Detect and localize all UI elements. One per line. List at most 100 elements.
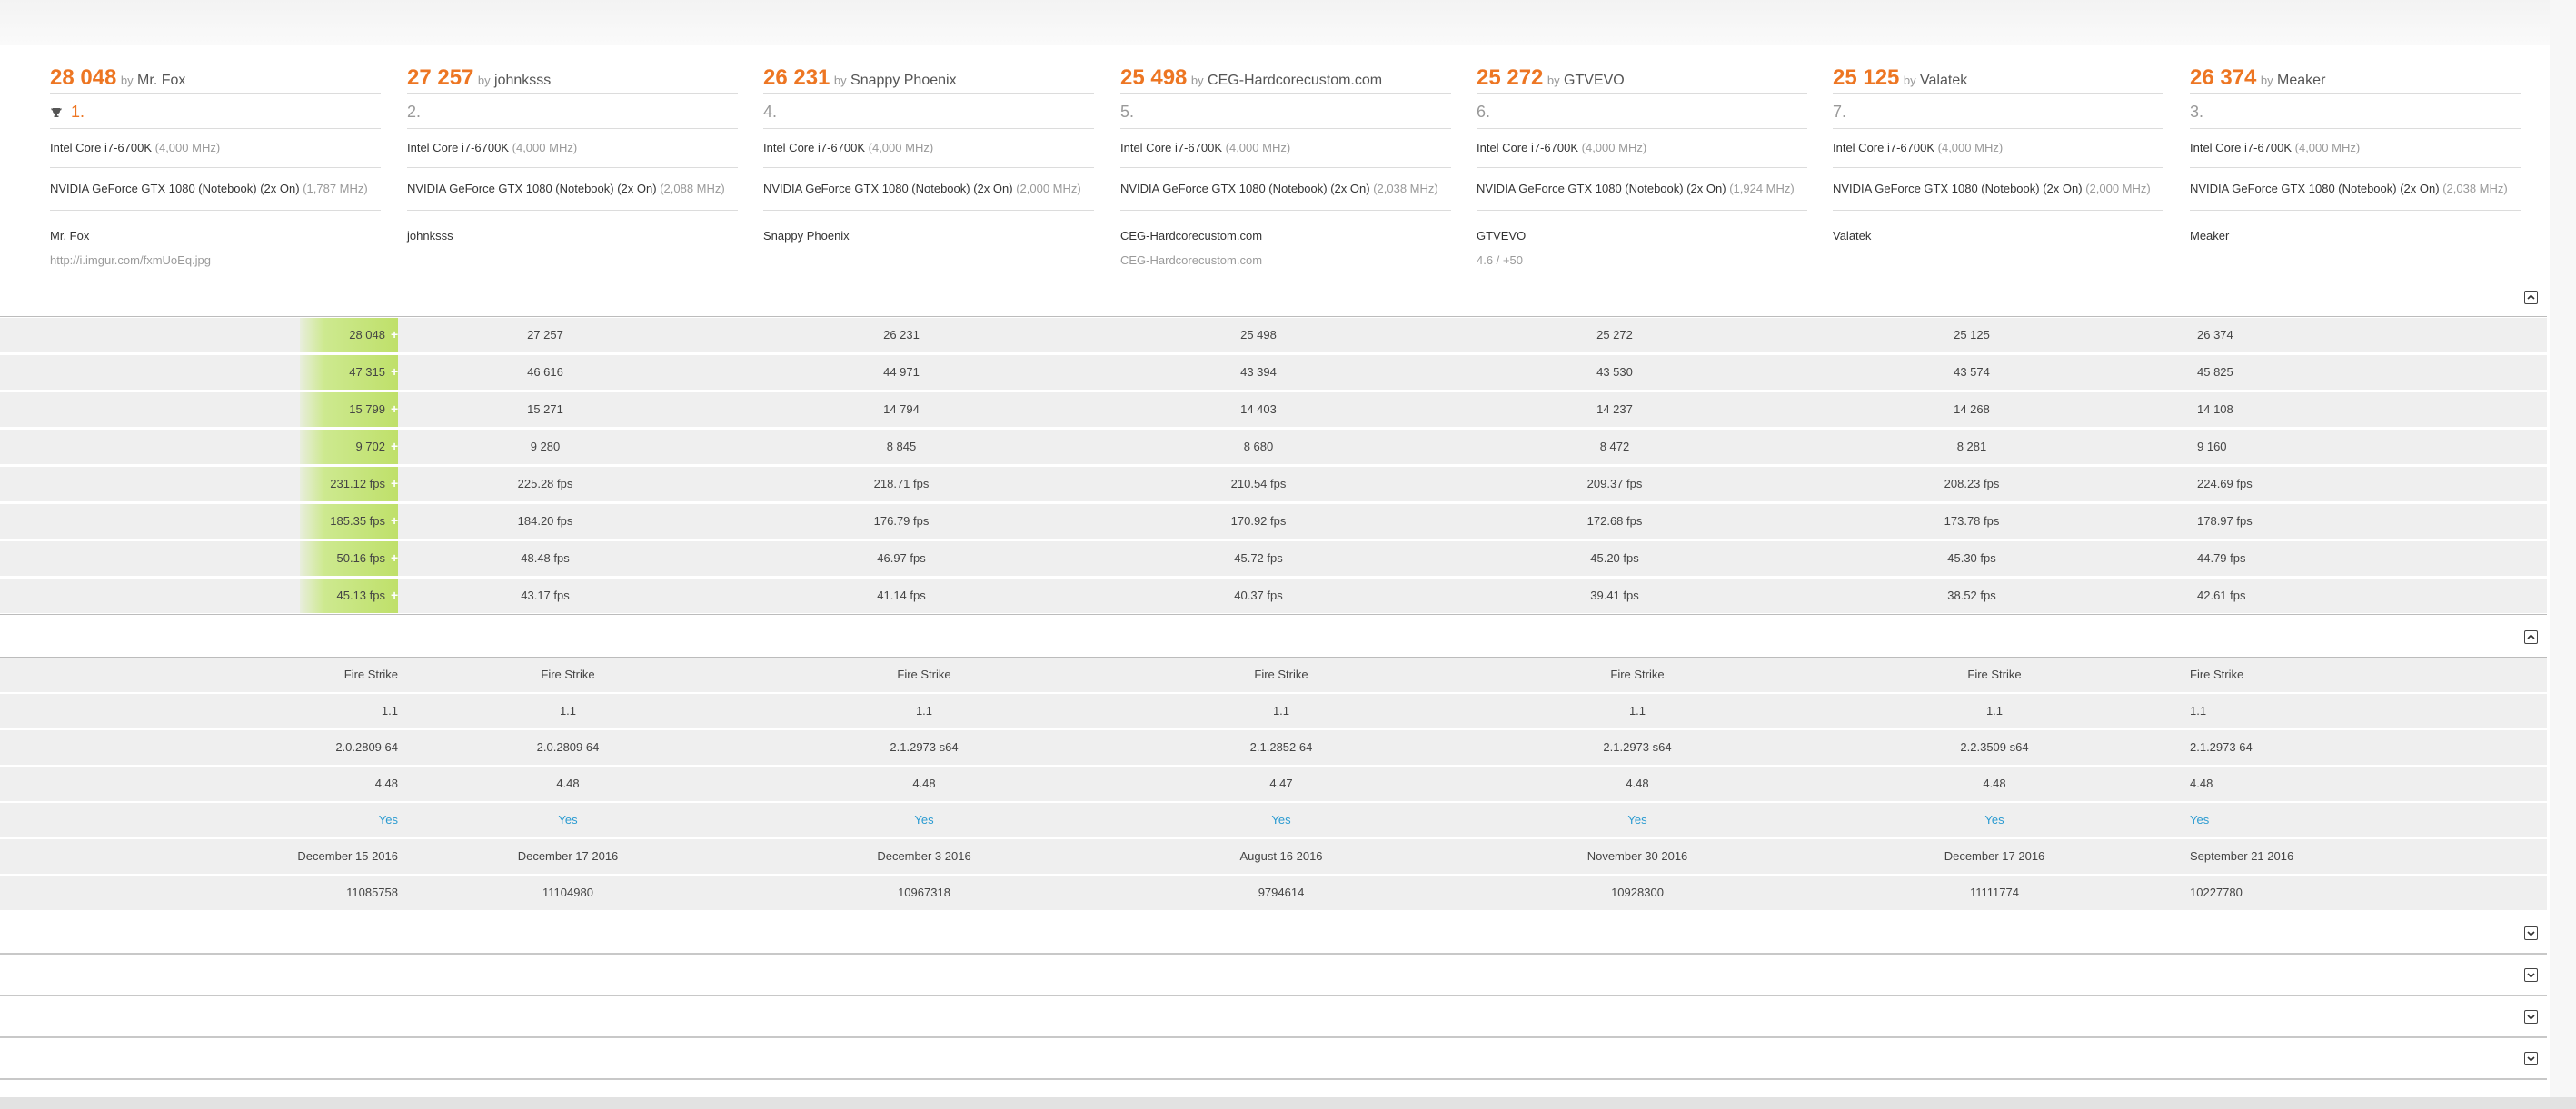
expand-icon: [2527, 1056, 2535, 1062]
collapse-scores-button[interactable]: [2524, 291, 2538, 304]
submission-column: 26 231 by Snappy Phoenix 4. Intel Core i…: [763, 54, 1094, 248]
user-name[interactable]: Valatek: [1833, 223, 2163, 248]
score-row: 50.16 fps +48.48 fps 46.97 fps 45.72 fps 45…: [0, 541, 2547, 578]
author-link[interactable]: Snappy Phoenix: [850, 73, 957, 88]
cpu-name[interactable]: Intel Core i7-6700K: [2190, 141, 2292, 154]
submission-title: 26 231 by Snappy Phoenix: [763, 54, 1094, 94]
collapse-details-button[interactable]: [2524, 630, 2538, 644]
cpu-name[interactable]: Intel Core i7-6700K: [407, 141, 509, 154]
expand-section-button[interactable]: [2524, 968, 2538, 982]
score-link[interactable]: 27 257: [407, 65, 473, 90]
gpu-name[interactable]: NVIDIA GeForce GTX 1080 (Notebook) (2x O…: [763, 182, 1013, 195]
yes-link[interactable]: Yes: [856, 803, 992, 837]
by-label: by: [1903, 74, 1916, 87]
cpu-name[interactable]: Intel Core i7-6700K: [1477, 141, 1578, 154]
yes-link[interactable]: Yes: [500, 803, 636, 837]
expand-section-button[interactable]: [2524, 926, 2538, 940]
plus-icon: +: [391, 327, 399, 342]
detail-cell: 11085758: [346, 886, 398, 899]
author-link[interactable]: Valatek: [1920, 73, 1967, 88]
cpu-name[interactable]: Intel Core i7-6700K: [1120, 141, 1222, 154]
cpu-frequency: (4,000 MHz): [512, 141, 578, 154]
gpu-frequency: (2,038 MHz): [1373, 182, 1438, 195]
cpu-info: Intel Core i7-6700K (4,000 MHz): [50, 129, 381, 168]
author-link[interactable]: Meaker: [2277, 73, 2325, 88]
expand-section-button[interactable]: [2524, 1010, 2538, 1024]
scrollbar-track[interactable]: [2550, 0, 2576, 1097]
horizontal-scrollbar[interactable]: [0, 1097, 2576, 1109]
detail-cell: September 21 2016: [2190, 849, 2294, 863]
cpu-info: Intel Core i7-6700K (4,000 MHz): [763, 129, 1094, 168]
score-cell: 9 160: [2197, 440, 2227, 453]
submission-column: 25 125 by Valatek 7. Intel Core i7-6700K…: [1833, 54, 2163, 248]
gpu-name[interactable]: NVIDIA GeForce GTX 1080 (Notebook) (2x O…: [2190, 182, 2440, 195]
yes-link[interactable]: Yes: [218, 803, 398, 837]
user-name[interactable]: Mr. Fox: [50, 223, 381, 248]
score-cell: 8 845: [886, 440, 917, 453]
score-cell: 8 472: [1599, 440, 1630, 453]
user-name[interactable]: johnksss: [407, 223, 738, 248]
rank: 6.: [1477, 94, 1807, 129]
user-name[interactable]: Snappy Phoenix: [763, 223, 1094, 248]
detail-cell: Fire Strike: [541, 668, 595, 681]
score-cell: 45.30 fps: [1947, 551, 1996, 565]
gpu-name[interactable]: NVIDIA GeForce GTX 1080 (Notebook) (2x O…: [50, 182, 300, 195]
plus-icon: +: [391, 401, 399, 416]
score-link[interactable]: 25 125: [1833, 65, 1899, 90]
detail-cell: 4.48: [1626, 777, 1649, 790]
detail-row: Yes Yes Yes Yes Yes Yes Yes: [0, 803, 2547, 839]
score-cell: 44.79 fps: [2197, 551, 2246, 565]
score-cell: 26 231: [883, 328, 920, 342]
author-link[interactable]: CEG-Hardcorecustom.com: [1208, 73, 1382, 88]
submission-note: 4.6 / +50: [1477, 253, 1523, 267]
cpu-info: Intel Core i7-6700K (4,000 MHz): [1477, 129, 1807, 168]
detail-cell: 9794614: [1258, 886, 1305, 899]
gpu-info: NVIDIA GeForce GTX 1080 (Notebook) (2x O…: [763, 168, 1094, 211]
score-link[interactable]: 28 048: [50, 65, 116, 90]
top-band: [0, 0, 2576, 45]
author-link[interactable]: johnksss: [494, 73, 551, 88]
gpu-name[interactable]: NVIDIA GeForce GTX 1080 (Notebook) (2x O…: [1833, 182, 2083, 195]
cpu-name[interactable]: Intel Core i7-6700K: [50, 141, 152, 154]
yes-link[interactable]: Yes: [1926, 803, 2063, 837]
submission-column: 27 257 by johnksss 2. Intel Core i7-6700…: [407, 54, 738, 248]
score-link[interactable]: 26 231: [763, 65, 830, 90]
gpu-name[interactable]: NVIDIA GeForce GTX 1080 (Notebook) (2x O…: [1477, 182, 1726, 195]
gpu-name[interactable]: NVIDIA GeForce GTX 1080 (Notebook) (2x O…: [407, 182, 657, 195]
cpu-frequency: (4,000 MHz): [1581, 141, 1647, 154]
detail-cell: 4.48: [556, 777, 580, 790]
submitter-info: Mr. Fox http://i.imgur.com/fxmUoEq.jpg: [50, 211, 381, 272]
detail-cell: 2.0.2809 64: [335, 740, 398, 754]
detail-row: 11085758 11104980 10967318 9794614 10928300 1…: [0, 876, 2547, 912]
score-cell: 39.41 fps: [1590, 589, 1639, 602]
rank-value: 1.: [71, 103, 85, 121]
expand-section-button[interactable]: [2524, 1052, 2538, 1065]
score-row: 15 799 +15 271 14 794 14 403 14 237 14 268 14…: [0, 392, 2547, 429]
score-cell-best: 231.12 fps: [330, 477, 385, 490]
gpu-frequency: (2,000 MHz): [1016, 182, 1081, 195]
score-cell: 14 237: [1596, 402, 1633, 416]
yes-link[interactable]: Yes: [1213, 803, 1349, 837]
gpu-info: NVIDIA GeForce GTX 1080 (Notebook) (2x O…: [50, 168, 381, 211]
score-cell: 184.20 fps: [517, 514, 573, 528]
score-cell: 46 616: [527, 365, 563, 379]
score-link[interactable]: 25 498: [1120, 65, 1187, 90]
author-link[interactable]: GTVEVO: [1564, 73, 1625, 88]
trophy-icon: [51, 108, 62, 118]
score-cell: 224.69 fps: [2197, 477, 2253, 490]
user-name[interactable]: Meaker: [2190, 223, 2521, 248]
score-link[interactable]: 26 374: [2190, 65, 2256, 90]
yes-link[interactable]: Yes: [2190, 803, 2335, 837]
yes-link[interactable]: Yes: [1569, 803, 1706, 837]
author-link[interactable]: Mr. Fox: [137, 73, 185, 88]
submission-note: http://i.imgur.com/fxmUoEq.jpg: [50, 253, 212, 267]
score-link[interactable]: 25 272: [1477, 65, 1543, 90]
detail-cell: 4.48: [2190, 777, 2213, 790]
user-name[interactable]: GTVEVO: [1477, 223, 1807, 248]
cpu-name[interactable]: Intel Core i7-6700K: [763, 141, 865, 154]
cpu-name[interactable]: Intel Core i7-6700K: [1833, 141, 1934, 154]
detail-cell: December 17 2016: [517, 849, 619, 863]
score-cell-best: 185.35 fps: [330, 514, 385, 528]
user-name[interactable]: CEG-Hardcorecustom.com: [1120, 223, 1451, 248]
gpu-name[interactable]: NVIDIA GeForce GTX 1080 (Notebook) (2x O…: [1120, 182, 1370, 195]
